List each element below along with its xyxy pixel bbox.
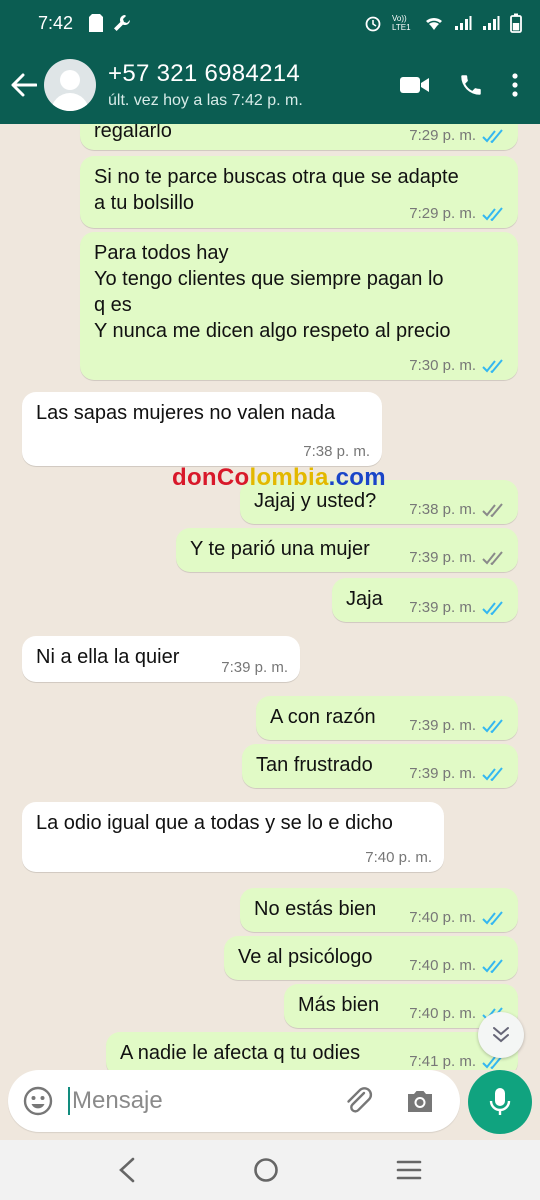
watermark: donColombia.com bbox=[172, 464, 386, 492]
message-bubble-outgoing[interactable]: regalarlo 7:29 p. m. bbox=[80, 124, 518, 150]
message-time: 7:41 p. m. bbox=[409, 1053, 476, 1070]
read-ticks-icon bbox=[482, 718, 503, 733]
message-time: 7:39 p. m. bbox=[409, 599, 476, 616]
message-bubble-outgoing[interactable]: Ve al psicólogo 7:40 p. m. bbox=[224, 936, 518, 980]
message-bubble-outgoing[interactable]: Si no te parce buscas otra que se adapte… bbox=[80, 156, 518, 228]
message-time: 7:30 p. m. bbox=[409, 357, 476, 374]
read-ticks-icon bbox=[482, 358, 503, 373]
delivered-ticks-icon bbox=[482, 550, 503, 565]
contact-avatar[interactable] bbox=[44, 59, 96, 111]
wrench-icon bbox=[114, 14, 131, 31]
message-time: 7:39 p. m. bbox=[221, 659, 288, 676]
back-button[interactable] bbox=[4, 46, 44, 124]
phone-call-icon[interactable] bbox=[458, 72, 484, 98]
read-ticks-icon bbox=[482, 600, 503, 615]
message-bubble-outgoing[interactable]: Para todos hay Yo tengo clientes que sie… bbox=[80, 232, 518, 380]
message-time: 7:29 p. m. bbox=[409, 205, 476, 222]
chat-area[interactable]: regalarlo 7:29 p. m. Si no te parce busc… bbox=[0, 124, 540, 1070]
paperclip-icon[interactable] bbox=[342, 1084, 376, 1118]
chat-header: +57 321 6984214 últ. vez hoy a las 7:42 … bbox=[0, 46, 540, 124]
scroll-to-bottom-button[interactable] bbox=[478, 1012, 524, 1058]
status-bar: 7:42 Vo)) LTE1 bbox=[0, 0, 540, 46]
last-seen: últ. vez hoy a las 7:42 p. m. bbox=[108, 92, 303, 109]
message-time: 7:38 p. m. bbox=[303, 443, 370, 460]
watermark-part: lombia bbox=[249, 464, 329, 491]
message-time: 7:40 p. m. bbox=[365, 849, 432, 866]
double-chevron-down-icon bbox=[493, 1027, 509, 1043]
message-text: La odio igual que a todas y se lo e dich… bbox=[36, 812, 393, 834]
nav-home-icon[interactable] bbox=[252, 1156, 280, 1184]
message-bubble-outgoing[interactable]: No estás bien 7:40 p. m. bbox=[240, 888, 518, 932]
message-time: 7:38 p. m. bbox=[409, 501, 476, 518]
wifi-icon bbox=[426, 17, 442, 30]
message-bubble-incoming[interactable]: La odio igual que a todas y se lo e dich… bbox=[22, 802, 444, 872]
message-bubble-outgoing[interactable]: Y te parió una mujer 7:39 p. m. bbox=[176, 528, 518, 572]
camera-icon[interactable] bbox=[404, 1085, 436, 1117]
message-bubble-outgoing[interactable]: A con razón 7:39 p. m. bbox=[256, 696, 518, 740]
nav-back-icon[interactable] bbox=[117, 1157, 137, 1183]
message-time: 7:40 p. m. bbox=[409, 909, 476, 926]
nav-recents-icon[interactable] bbox=[395, 1158, 423, 1182]
message-time: 7:39 p. m. bbox=[409, 549, 476, 566]
message-text: Las sapas mujeres no valen nada bbox=[36, 402, 336, 424]
sim-card-icon bbox=[89, 14, 104, 32]
voice-message-button[interactable] bbox=[468, 1070, 532, 1134]
video-call-icon[interactable] bbox=[400, 75, 430, 95]
message-bubble-incoming[interactable]: Las sapas mujeres no valen nada 7:38 p. … bbox=[22, 392, 382, 466]
signal-icon-1 bbox=[455, 16, 472, 30]
watermark-part: donCo bbox=[172, 464, 250, 491]
contact-info[interactable]: +57 321 6984214 últ. vez hoy a las 7:42 … bbox=[108, 60, 303, 110]
watermark-part: .com bbox=[328, 464, 386, 491]
message-composer bbox=[8, 1070, 460, 1132]
message-bubble-outgoing[interactable]: A nadie le afecta q tu odies 7:41 p. m. bbox=[106, 1032, 518, 1070]
microphone-icon bbox=[489, 1088, 511, 1115]
message-bubble-outgoing[interactable]: Jaja 7:39 p. m. bbox=[332, 578, 518, 622]
message-time: 7:29 p. m. bbox=[409, 127, 476, 144]
system-navigation-bar bbox=[0, 1140, 540, 1200]
arrow-left-icon bbox=[11, 73, 37, 97]
contact-name: +57 321 6984214 bbox=[108, 60, 301, 87]
message-input[interactable] bbox=[68, 1087, 338, 1115]
composer-bar bbox=[0, 1070, 540, 1140]
read-ticks-icon bbox=[482, 206, 503, 221]
status-time: 7:42 bbox=[38, 12, 74, 33]
read-ticks-icon bbox=[482, 958, 503, 973]
read-ticks-icon bbox=[482, 910, 503, 925]
read-ticks-icon bbox=[482, 128, 503, 143]
delivered-ticks-icon bbox=[482, 502, 503, 517]
signal-icon-2 bbox=[483, 16, 500, 30]
message-bubble-outgoing[interactable]: Tan frustrado 7:39 p. m. bbox=[242, 744, 518, 788]
more-options-icon[interactable] bbox=[512, 73, 518, 97]
battery-icon bbox=[510, 13, 522, 33]
message-time: 7:40 p. m. bbox=[409, 1005, 476, 1022]
volte-label: Vo)) LTE1 bbox=[392, 14, 411, 32]
message-bubble-incoming[interactable]: Ni a ella la quier 7:39 p. m. bbox=[22, 636, 300, 682]
emoji-icon[interactable] bbox=[22, 1085, 54, 1117]
message-time: 7:40 p. m. bbox=[409, 957, 476, 974]
message-time: 7:39 p. m. bbox=[409, 717, 476, 734]
read-ticks-icon bbox=[482, 766, 503, 781]
alarm-icon bbox=[365, 16, 381, 32]
message-text: Para todos hay Yo tengo clientes que sie… bbox=[94, 242, 451, 342]
message-time: 7:39 p. m. bbox=[409, 765, 476, 782]
